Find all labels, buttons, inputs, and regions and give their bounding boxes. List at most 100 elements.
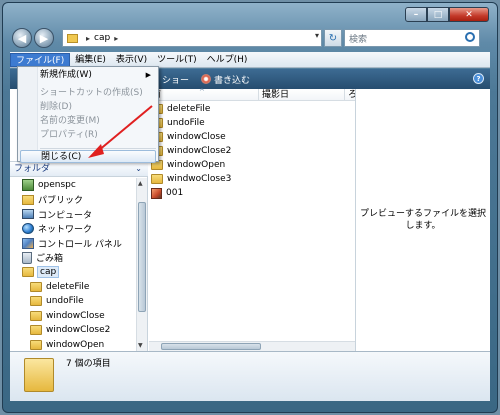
burn-button[interactable]: 書き込む xyxy=(195,73,256,86)
menu-item-delete: 削除(D) xyxy=(40,102,72,112)
scroll-down-icon[interactable]: ▼ xyxy=(138,342,143,349)
close-button[interactable]: ✕ xyxy=(449,7,489,22)
tree-item-label: undoFile xyxy=(46,296,84,307)
folder-icon xyxy=(30,281,42,292)
folder-icon xyxy=(30,325,42,336)
recycle-bin-icon xyxy=(22,251,32,264)
slideshow-button[interactable]: ショー xyxy=(156,73,195,86)
navigation-bar: ◀ ▶ ▸ cap ▸ ▾ ↻ 検索 xyxy=(10,27,490,51)
tree-item[interactable]: コントロール パネル xyxy=(10,236,136,251)
forward-button[interactable]: ▶ xyxy=(34,28,54,48)
address-dropdown-icon[interactable]: ▾ xyxy=(315,31,319,40)
tree-item[interactable]: ごみ箱 xyxy=(10,251,136,266)
minimize-button[interactable]: – xyxy=(405,7,427,22)
file-list: 前 ^ 撮影日 ろ deleteFile undoFile windowClose w… xyxy=(149,87,357,351)
tree-item-label: windowOpen xyxy=(46,339,105,350)
back-button[interactable]: ◀ xyxy=(12,28,32,48)
menu-item-new[interactable]: 新規作成(W) ▶ xyxy=(40,69,156,82)
breadcrumb-chevron-icon[interactable]: ▸ xyxy=(114,34,118,43)
refresh-button[interactable]: ↻ xyxy=(324,29,342,47)
column-more[interactable]: ろ xyxy=(345,89,357,101)
item-count: 7 個の項目 xyxy=(66,359,111,369)
tree-item[interactable]: undoFile xyxy=(10,294,136,309)
tree-item-label: ごみ箱 xyxy=(36,254,64,265)
menu-help[interactable]: ヘルプ(H) xyxy=(202,53,253,67)
breadcrumb-cap[interactable]: cap xyxy=(94,33,110,43)
tree-item[interactable]: ネットワーク xyxy=(10,222,136,237)
tree-item[interactable]: windowOpen xyxy=(10,338,136,352)
scrollbar-thumb[interactable] xyxy=(161,343,261,350)
tree-item-label: パブリック xyxy=(38,196,84,207)
preview-pane: プレビューするファイルを選択します。 xyxy=(355,89,490,351)
tree-item-label: ネットワーク xyxy=(38,225,93,236)
file-name: deleteFile xyxy=(167,104,211,114)
folder-icon xyxy=(24,358,54,392)
file-name: windowClose2 xyxy=(167,146,232,156)
file-list-horizontal-scrollbar[interactable] xyxy=(149,341,355,351)
menu-item-rename: 名前の変更(M) xyxy=(40,116,100,126)
tree-item[interactable]: openspc xyxy=(10,178,136,193)
details-pane: 7 個の項目 xyxy=(10,351,490,401)
tree-item-label: コントロール パネル xyxy=(38,239,122,250)
tree-item[interactable]: cap xyxy=(10,265,136,280)
tree-item-label: cap xyxy=(36,266,60,279)
menu-item-properties: プロパティ(R) xyxy=(40,130,98,140)
folder-icon xyxy=(151,174,163,184)
column-header: 前 ^ 撮影日 ろ xyxy=(149,87,357,101)
maximize-button[interactable]: □ xyxy=(427,7,449,22)
menu-tools[interactable]: ツール(T) xyxy=(152,53,202,67)
tree-item-label: deleteFile xyxy=(46,281,90,292)
tree-item[interactable]: deleteFile xyxy=(10,280,136,295)
column-name[interactable]: 前 ^ xyxy=(149,87,259,101)
chevron-down-icon[interactable]: ⌄ xyxy=(135,162,142,176)
file-row[interactable]: windwoClose3 xyxy=(151,172,351,186)
tree-item[interactable]: windowClose2 xyxy=(10,323,136,338)
menu-item-close[interactable]: 閉じる(C) xyxy=(20,150,156,163)
scrollbar-thumb[interactable] xyxy=(138,202,146,312)
tree-item-label: windowClose xyxy=(46,310,105,321)
burn-disc-icon xyxy=(201,74,212,84)
breadcrumb-chevron-icon[interactable]: ▸ xyxy=(86,34,90,43)
help-icon[interactable]: ? xyxy=(473,73,484,84)
folder-tree: openspc パブリックコンピュータ ネットワークコントロール パネル ごみ箱 cap… xyxy=(10,178,136,351)
search-placeholder: 検索 xyxy=(349,34,368,45)
tree-item-label: windowClose2 xyxy=(46,325,111,336)
file-name: windowClose xyxy=(167,132,226,142)
file-row[interactable]: windowOpen xyxy=(151,158,351,172)
file-row[interactable]: undoFile xyxy=(151,116,351,130)
menu-gutter xyxy=(18,67,38,161)
file-name: windwoClose3 xyxy=(167,174,232,184)
menu-separator xyxy=(40,148,156,149)
sort-arrow-icon: ^ xyxy=(199,87,205,96)
menu-view[interactable]: 表示(V) xyxy=(111,53,152,67)
address-bar[interactable]: ▸ cap ▸ ▾ xyxy=(62,29,322,47)
tree-item-label: コンピュータ xyxy=(38,210,93,221)
menu-edit[interactable]: 編集(E) xyxy=(70,53,111,67)
tree-item[interactable]: windowClose xyxy=(10,309,136,324)
file-row[interactable]: deleteFile xyxy=(151,102,351,116)
file-row[interactable]: windowClose2 xyxy=(151,144,351,158)
image-file-icon xyxy=(151,187,162,199)
network-icon xyxy=(22,223,34,235)
file-rows: deleteFile undoFile windowClose windowClose… xyxy=(151,102,351,200)
file-row[interactable]: windowClose xyxy=(151,130,351,144)
file-row[interactable]: 001 xyxy=(151,186,351,200)
computer-icon xyxy=(22,209,34,220)
tree-item[interactable]: コンピュータ xyxy=(10,207,136,222)
public-folder-icon xyxy=(22,194,34,205)
submenu-arrow-icon: ▶ xyxy=(145,71,151,79)
folders-header-label: フォルダ xyxy=(14,164,51,174)
tree-item[interactable]: パブリック xyxy=(10,193,136,208)
folder-icon xyxy=(67,33,78,43)
menu-file[interactable]: ファイル(F) xyxy=(10,52,71,67)
search-input[interactable]: 検索 xyxy=(344,29,480,47)
search-icon[interactable] xyxy=(465,32,475,42)
file-menu-dropdown: 新規作成(W) ▶ ショートカットの作成(S) 削除(D) 名前の変更(M) プ… xyxy=(17,66,159,163)
menu-item-new-label: 新規作成(W) xyxy=(40,70,92,80)
scroll-up-icon[interactable]: ▲ xyxy=(138,180,143,187)
slideshow-label: ショー xyxy=(162,75,190,86)
tree-item-label: openspc xyxy=(38,180,76,191)
folder-icon xyxy=(30,310,42,321)
column-date-taken[interactable]: 撮影日 xyxy=(259,88,345,101)
folder-tree-scrollbar[interactable]: ▲ ▼ xyxy=(136,178,147,351)
